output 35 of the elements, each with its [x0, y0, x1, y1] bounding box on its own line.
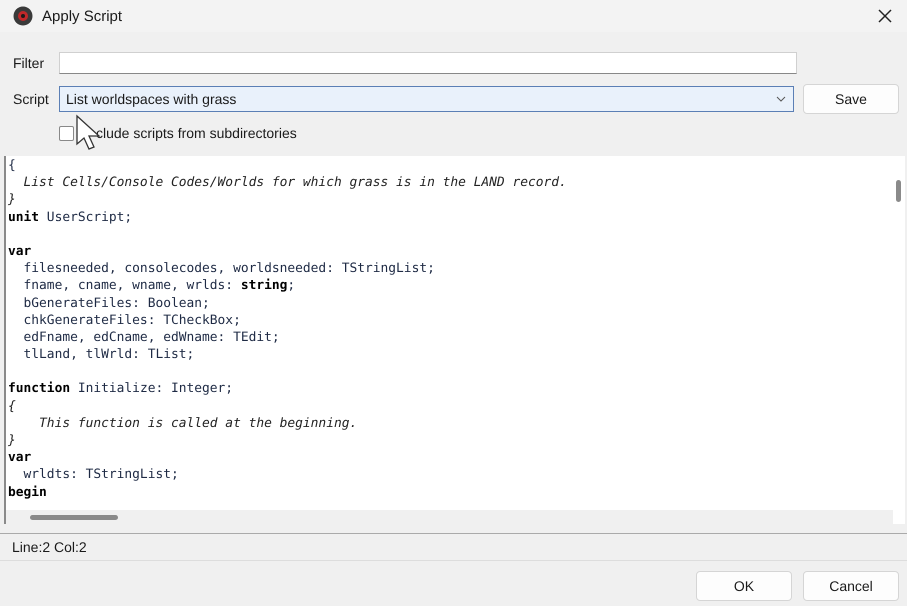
scrollbar-thumb[interactable]	[30, 515, 118, 520]
checkbox-label: clude scripts from subdirectories	[96, 125, 297, 141]
code-line: tlLand, tlWrld: TList;	[22, 346, 196, 364]
save-button[interactable]: Save	[803, 84, 899, 114]
code-line: wrldts: TStringList;	[22, 466, 180, 484]
code-line: unit UserScript;	[8, 208, 134, 226]
code-line: edFname, edCname, edWname: TEdit;	[22, 328, 281, 346]
code-line: function Initialize: Integer;	[8, 380, 234, 398]
ok-button[interactable]: OK	[696, 571, 792, 601]
code-line: chkGenerateFiles: TCheckBox;	[22, 312, 242, 329]
code-line: {	[8, 157, 17, 174]
code-comment: This function is called at the beginning.	[38, 414, 358, 432]
filter-field[interactable]	[59, 52, 797, 74]
cancel-button[interactable]: Cancel	[803, 571, 899, 601]
code-comment: }	[8, 432, 17, 450]
checkbox[interactable]	[59, 126, 74, 140]
code-line: filesneeded, consolecodes, worldsneeded: TStringList;	[22, 260, 436, 278]
script-label: Script	[13, 91, 50, 107]
app-icon	[13, 6, 33, 26]
chevron-down-icon[interactable]	[776, 96, 786, 102]
status-text: Line:2 Col:2	[0, 533, 907, 561]
script-dropdown[interactable]: List worldspaces with grass	[59, 86, 794, 112]
code-line: var	[8, 242, 32, 260]
code-line: bGenerateFiles: Boolean;	[22, 294, 211, 312]
window-title: Apply Script	[42, 8, 124, 24]
close-icon[interactable]	[877, 8, 893, 24]
code-line: fname, cname, wname, wrlds: string;	[22, 277, 296, 294]
code-comment: {	[8, 398, 17, 415]
code-line: begin	[8, 484, 48, 501]
scrollbar-thumb[interactable]	[896, 180, 901, 202]
code-line: var	[8, 449, 32, 466]
filter-label: Filter	[13, 55, 46, 71]
code-comment: }	[8, 191, 17, 209]
code-comment: List Cells/Console Codes/Worlds for which grass is in the LAND record.	[22, 174, 568, 192]
code-editor[interactable]	[4, 156, 905, 524]
